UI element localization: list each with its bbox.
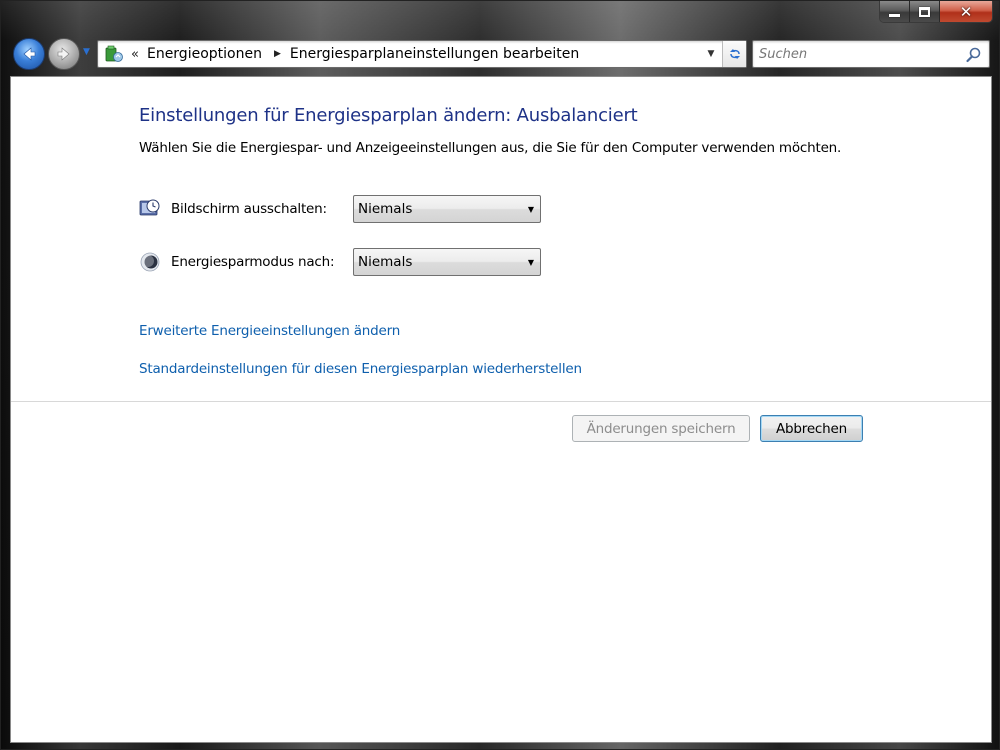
close-icon: ✕ (959, 2, 973, 21)
setting-row-sleep: Energiesparmodus nach: Niemals ▼ (139, 248, 541, 276)
breadcrumb-energieoptionen[interactable]: Energieoptionen (147, 46, 262, 62)
advanced-settings-link[interactable]: Erweiterte Energieeinstellungen ändern (139, 323, 400, 339)
display-off-select[interactable]: Niemals ▼ (353, 195, 541, 223)
back-button[interactable] (13, 38, 45, 70)
window-frame: ✕ ▼ « Energieoptionen ▶ Energiesparplane… (0, 0, 1000, 750)
save-button[interactable]: Änderungen speichern (572, 415, 750, 442)
setting-label-sleep: Energiesparmodus nach: (171, 254, 335, 270)
address-bar[interactable]: « Energieoptionen ▶ Energiesparplaneinst… (97, 40, 747, 68)
control-panel-icon (103, 43, 125, 65)
moon-icon (139, 251, 161, 273)
caption-buttons: ✕ (879, 1, 993, 23)
recent-pages-dropdown[interactable]: ▼ (83, 47, 93, 59)
refresh-icon (729, 49, 740, 59)
divider (11, 401, 991, 402)
search-input[interactable] (759, 42, 959, 66)
restore-defaults-link[interactable]: Standardeinstellungen für diesen Energie… (139, 361, 582, 377)
maximize-button[interactable] (910, 1, 940, 22)
breadcrumb-separator-icon[interactable]: ▶ (274, 49, 281, 59)
search-box (752, 40, 990, 68)
arrow-left-icon (23, 47, 36, 61)
minimize-button[interactable] (880, 1, 910, 22)
chevron-down-icon: ▼ (83, 47, 90, 57)
page-title: Einstellungen für Energiesparplan ändern… (139, 105, 638, 126)
forward-button[interactable] (48, 38, 80, 70)
chevron-down-icon: ▼ (707, 49, 715, 59)
content-pane: Einstellungen für Energiesparplan ändern… (10, 76, 992, 743)
page-subtitle: Wählen Sie die Energiespar- und Anzeigee… (139, 140, 842, 156)
close-button[interactable]: ✕ (940, 1, 992, 22)
search-icon[interactable] (965, 46, 983, 64)
display-off-value: Niemals (358, 201, 413, 217)
chevron-down-icon: ▼ (527, 257, 534, 267)
chevron-down-icon: ▼ (527, 204, 534, 214)
refresh-button[interactable] (722, 41, 746, 67)
sleep-select[interactable]: Niemals ▼ (353, 248, 541, 276)
address-overflow-chevrons[interactable]: « (131, 47, 139, 62)
minimize-icon (889, 13, 900, 17)
address-dropdown-button[interactable]: ▼ (702, 41, 720, 67)
cancel-button[interactable]: Abbrechen (760, 415, 863, 442)
setting-label-display-off: Bildschirm ausschalten: (171, 201, 327, 217)
arrow-right-icon (57, 47, 70, 61)
setting-row-display-off: Bildschirm ausschalten: Niemals ▼ (139, 195, 541, 223)
breadcrumb-plan-settings[interactable]: Energiesparplaneinstellungen bearbeiten (290, 46, 579, 62)
monitor-clock-icon (139, 198, 161, 220)
maximize-icon (919, 6, 930, 17)
sleep-value: Niemals (358, 254, 413, 270)
